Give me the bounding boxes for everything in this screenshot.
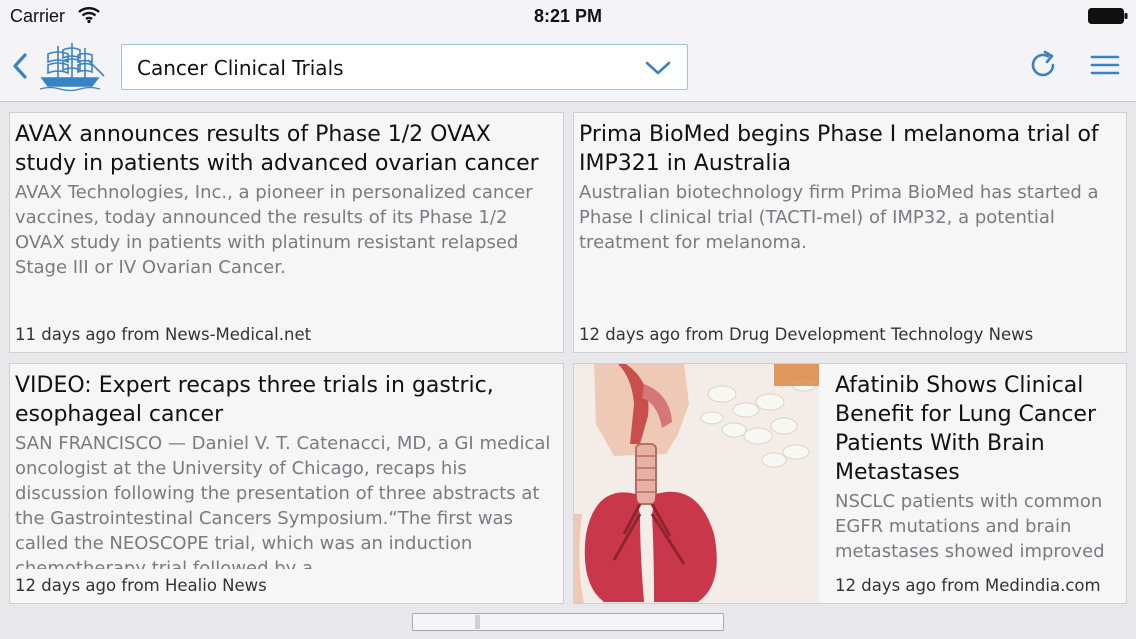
chevron-down-icon — [645, 61, 671, 75]
article-title: Afatinib Shows Clinical Benefit for Lung… — [835, 373, 1097, 485]
article-card[interactable]: VIDEO: Expert recaps three trials in gas… — [9, 363, 564, 604]
back-chevron-icon[interactable] — [8, 50, 32, 82]
feed-selector-value: Cancer Clinical Trials — [137, 56, 344, 80]
battery-icon — [1088, 8, 1128, 24]
article-summary: Australian biotechnology firm Prima BioM… — [579, 182, 1099, 253]
article-summary: SAN FRANCISCO — Daniel V. T. Catenacci, … — [15, 433, 551, 569]
article-card[interactable]: Prima BioMed begins Phase I melanoma tri… — [573, 112, 1127, 353]
status-time: 8:21 PM — [533, 6, 603, 26]
article-card[interactable]: Afatinib Shows Clinical Benefit for Lung… — [573, 363, 1127, 604]
article-source: 12 days ago from Medindia.com — [835, 576, 1101, 595]
article-source: 12 days ago from Drug Development Techno… — [579, 325, 1034, 344]
ship-logo-icon — [39, 43, 105, 92]
article-title: Prima BioMed begins Phase I melanoma tri… — [579, 122, 1099, 176]
page-scroller[interactable] — [412, 613, 724, 631]
article-title: VIDEO: Expert recaps three trials in gas… — [15, 373, 494, 427]
lungs-illustration-image — [574, 364, 819, 603]
article-summary: NSCLC patients with common EGFR mutation… — [835, 491, 1105, 562]
page-scroller-thumb[interactable] — [475, 615, 480, 629]
article-summary: AVAX Technologies, Inc., a pioneer in pe… — [15, 182, 533, 278]
nav-bar: Cancer Clinical Trials — [0, 32, 1136, 102]
hamburger-menu-icon[interactable] — [1090, 54, 1120, 76]
feed-selector-dropdown[interactable]: Cancer Clinical Trials — [121, 44, 688, 90]
article-card[interactable]: AVAX announces results of Phase 1/2 OVAX… — [9, 112, 564, 353]
refresh-icon[interactable] — [1028, 50, 1058, 80]
article-source: 12 days ago from Healio News — [15, 574, 267, 595]
status-bar: Carrier 8:21 PM — [0, 0, 1136, 32]
article-title: AVAX announces results of Phase 1/2 OVAX… — [15, 122, 539, 176]
article-source: 11 days ago from News-Medical.net — [15, 325, 312, 344]
